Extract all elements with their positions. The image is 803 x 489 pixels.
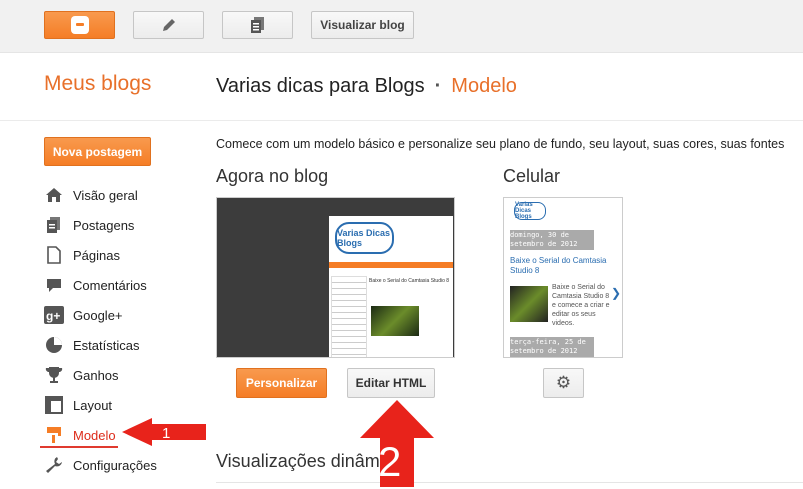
sidebar-item-stats[interactable]: Estatísticas — [44, 330, 214, 360]
annotation-arrow-1: 1 — [122, 418, 206, 446]
edit-html-button[interactable]: Editar HTML — [347, 368, 435, 398]
preview-page: Varias Dicas Blogs Baixe o Serial do Cam… — [329, 216, 453, 357]
sidebar-item-pages[interactable]: Páginas — [44, 240, 214, 270]
sidebar-item-label: Configurações — [73, 457, 157, 473]
new-post-button[interactable]: Nova postagem — [44, 137, 151, 166]
template-icon — [44, 426, 64, 444]
layout-icon — [44, 396, 64, 414]
sidebar-item-overview[interactable]: Visão geral — [44, 180, 214, 210]
pencil-icon — [162, 19, 175, 31]
preview-navbar — [329, 262, 453, 268]
google-plus-icon: g+ — [44, 306, 64, 324]
view-blog-button[interactable]: Visualizar blog — [311, 11, 414, 39]
blogger-logo-icon — [70, 16, 89, 34]
breadcrumb-section: Modelo — [451, 75, 517, 97]
annotation-arrow-2: 2 — [360, 400, 434, 487]
preview-logo: Varias Dicas Blogs — [335, 222, 394, 254]
mobile-preview-post-text: Baixe o Serial do Camtasia Studio 8 e co… — [552, 284, 610, 327]
sidebar-item-label: Ganhos — [73, 367, 119, 383]
mobile-settings-button[interactable]: ⚙ — [543, 368, 584, 398]
mobile-preview-date-2: terça-feira, 25 de setembro de 2012 — [510, 337, 594, 357]
sidebar-item-settings[interactable]: Configurações — [44, 450, 214, 480]
wrench-icon — [44, 456, 64, 474]
sidebar-item-label: Páginas — [73, 247, 120, 263]
sidebar-item-google-plus[interactable]: g+ Google+ — [44, 300, 214, 330]
sidebar-item-label: Postagens — [73, 217, 135, 233]
breadcrumb-separator: · — [434, 75, 442, 97]
svg-text:g+: g+ — [46, 309, 60, 323]
now-on-blog-heading: Agora no blog — [216, 166, 329, 186]
mobile-preview-logo: Varias Dicas Blogs — [514, 202, 546, 220]
mobile-preview-post-title: Baixe o Serial do Camtasia Studio 8 — [510, 256, 607, 275]
sidebar-item-label: Layout — [73, 397, 113, 413]
trophy-icon — [44, 366, 64, 384]
sidebar-item-label: Modelo — [73, 427, 116, 443]
mobile-template-preview[interactable]: Varias Dicas Blogs domingo, 30 de setemb… — [503, 197, 623, 358]
stats-icon — [44, 336, 64, 354]
pages-icon — [44, 246, 64, 264]
preview-sidebar — [331, 276, 367, 357]
gear-icon: ⚙ — [555, 373, 572, 392]
blog-name[interactable]: Varias dicas para Blogs — [216, 75, 425, 97]
active-item-underline — [40, 446, 118, 448]
intro-text: Comece com um modelo básico e personaliz… — [216, 137, 785, 151]
posts-icon — [44, 216, 64, 234]
blogger-home-button[interactable] — [44, 11, 115, 39]
chevron-right-icon: ❯ — [611, 286, 622, 300]
new-post-pencil-button[interactable] — [133, 11, 204, 39]
annotation-number-2: 2 — [378, 438, 401, 485]
sidebar-item-label: Comentários — [73, 277, 147, 293]
mobile-preview-date: domingo, 30 de setembro de 2012 — [510, 230, 594, 250]
sidebar-title[interactable]: Meus blogs — [44, 72, 151, 96]
header-divider — [0, 120, 803, 121]
annotation-number-1: 1 — [162, 425, 170, 442]
mobile-heading: Celular — [503, 166, 561, 186]
page-title: Varias dicas para Blogs · Modelo — [216, 75, 517, 98]
posts-list-button[interactable] — [222, 11, 293, 39]
sidebar-item-label: Estatísticas — [73, 337, 140, 353]
top-toolbar: Visualizar blog — [0, 0, 803, 53]
documents-icon — [250, 17, 264, 33]
sidebar-item-label: Google+ — [73, 307, 123, 323]
sidebar-item-earnings[interactable]: Ganhos — [44, 360, 214, 390]
preview-post-title: Baixe o Serial do Camtasia Studio 8 — [369, 278, 450, 284]
sidebar-item-label: Visão geral — [73, 187, 138, 203]
sidebar-item-comments[interactable]: Comentários — [44, 270, 214, 300]
comments-icon — [44, 276, 64, 294]
sidebar-item-posts[interactable]: Postagens — [44, 210, 214, 240]
desktop-template-preview[interactable]: Varias Dicas Blogs Baixe o Serial do Cam… — [216, 197, 455, 358]
customize-button[interactable]: Personalizar — [236, 368, 327, 398]
preview-post-image — [371, 306, 419, 336]
mobile-preview-image — [510, 286, 548, 322]
dynamic-views-divider — [216, 482, 803, 483]
home-icon — [44, 186, 64, 204]
